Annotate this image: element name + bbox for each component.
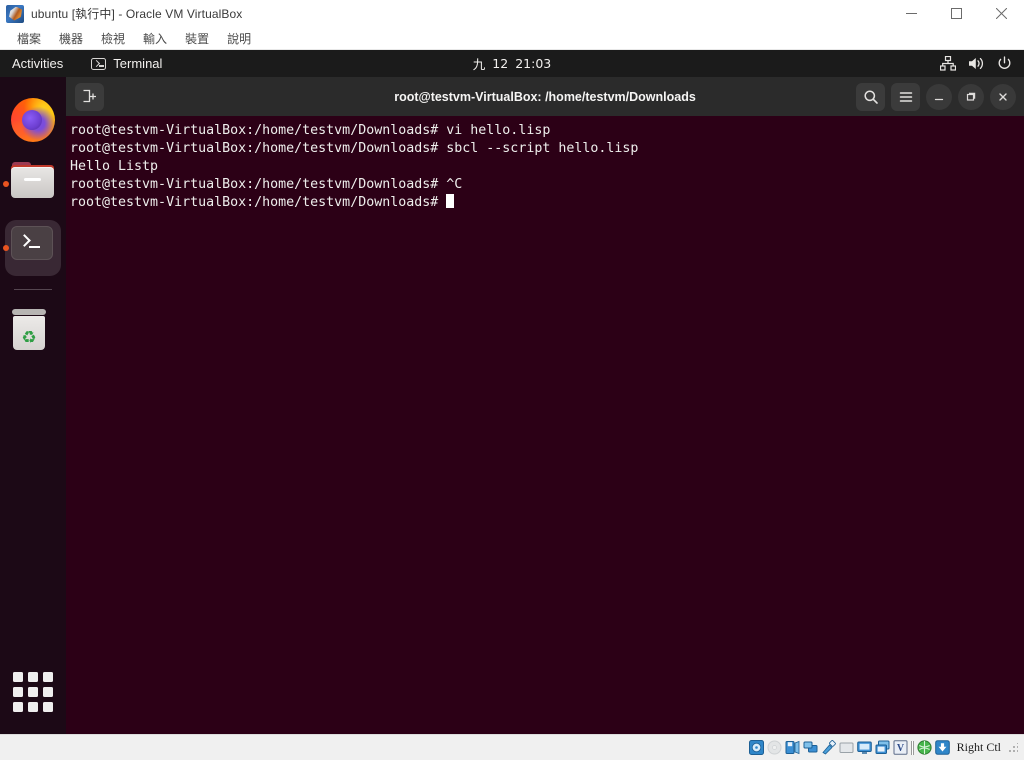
terminal-icon [11,226,55,270]
svg-text:V: V [897,743,905,754]
running-indicator [3,245,9,251]
topbar-app-label: Terminal [113,56,163,71]
network-icon[interactable] [802,739,819,756]
power-icon [997,56,1012,71]
firefox-icon [11,98,55,142]
menu-item-devices[interactable]: 裝置 [176,28,218,50]
usb-icon[interactable] [820,739,837,756]
folder-icon [11,162,55,206]
mouse-integration-icon[interactable] [916,739,933,756]
optical-disk-icon[interactable] [766,739,783,756]
terminal-header-bar: root@testvm-VirtualBox: /home/testvm/Dow… [66,77,1024,116]
display-icon[interactable] [856,739,873,756]
topbar-clock[interactable]: 九 12 21:03 [473,54,551,73]
host-menubar: 檔案 機器 檢視 輸入 裝置 說明 [0,28,1024,50]
host-window-controls [889,0,1024,28]
hamburger-menu-icon[interactable] [891,82,920,111]
host-close-button[interactable] [979,0,1024,28]
menu-item-view[interactable]: 檢視 [92,28,134,50]
status-caret [910,740,914,755]
network-icon [940,56,956,71]
trash-icon: ♻ [11,309,55,353]
video-capture-icon[interactable] [874,739,891,756]
host-titlebar: ubuntu [執行中] - Oracle VM VirtualBox [0,0,1024,28]
terminal-line: root@testvm-VirtualBox:/home/testvm/Down… [69,176,1024,194]
terminal-window: root@testvm-VirtualBox: /home/testvm/Dow… [66,77,1024,734]
dock-item-files[interactable] [2,153,64,215]
shared-folders-icon[interactable] [838,739,855,756]
clock-day: 12 [492,56,509,71]
running-indicator [3,181,9,187]
grid-dot [28,702,38,712]
host-key-label: Right Ctl [956,740,1001,754]
status-bar-icons: V [748,739,951,756]
virtualbox-logo-icon[interactable]: V [892,739,909,756]
menu-item-file[interactable]: 檔案 [8,28,50,50]
terminal-line-prompt: root@testvm-VirtualBox:/home/testvm/Down… [70,177,447,192]
terminal-line-prompt: root@testvm-VirtualBox:/home/testvm/Down… [70,123,447,138]
terminal-line-text: Hello Listp [70,159,159,174]
grid-dot [43,702,53,712]
virtualbox-icon [6,4,24,23]
menu-item-input[interactable]: 輸入 [134,28,176,50]
grid-dot [28,687,38,697]
terminal-output-area[interactable]: root@testvm-VirtualBox:/home/testvm/Down… [66,116,1024,734]
terminal-cursor [446,194,455,208]
terminal-active-line: root@testvm-VirtualBox:/home/testvm/Down… [69,194,1024,212]
gnome-top-bar: Activities Terminal 九 12 21:03 [0,50,1024,77]
host-maximize-button[interactable] [934,0,979,28]
terminal-line-text: vi hello.lisp [446,123,551,138]
terminal-line: Hello Listp [69,158,1024,176]
terminal-line-text: sbcl --script hello.lisp [446,141,639,156]
menu-item-help[interactable]: 說明 [218,28,260,50]
grid-dot [13,687,23,697]
grid-dot [28,672,38,682]
topbar-app-menu[interactable]: Terminal [91,56,162,71]
volume-icon [968,56,985,71]
host-window-title: ubuntu [執行中] - Oracle VM VirtualBox [31,7,243,21]
resize-grip[interactable] [1008,742,1018,753]
clock-month: 九 [472,57,486,72]
terminal-line-text: ^C [446,177,463,192]
terminal-minimize-button[interactable] [926,83,952,110]
grid-dot [13,702,23,712]
guest-desktop: root@testvm-VirtualBox: /home/testvm/Dow… [0,50,1024,734]
grid-dot [13,672,23,682]
host-minimize-button[interactable] [889,0,934,28]
hard-disk-icon[interactable] [748,739,765,756]
topbar-status-area[interactable] [940,56,1024,71]
dock-item-trash[interactable]: ♻ [2,300,64,362]
terminal-line-prompt: root@testvm-VirtualBox:/home/testvm/Down… [70,195,447,210]
menu-item-machine[interactable]: 機器 [50,28,92,50]
dock-separator [14,289,52,290]
host-key-icon[interactable] [934,739,951,756]
activities-button[interactable]: Activities [0,50,73,77]
search-icon[interactable] [856,82,885,111]
terminal-line-prompt: root@testvm-VirtualBox:/home/testvm/Down… [70,141,447,156]
terminal-header-buttons [856,82,1016,111]
show-applications-button[interactable] [13,672,53,712]
terminal-icon [91,57,107,70]
dock-item-firefox[interactable] [2,89,64,151]
clock-time: 21:03 [515,56,552,71]
terminal-close-button[interactable] [990,83,1016,110]
dock-item-terminal[interactable] [2,217,64,279]
terminal-maximize-button[interactable] [958,83,984,110]
grid-dot [43,687,53,697]
terminal-line: root@testvm-VirtualBox:/home/testvm/Down… [69,122,1024,140]
dock: ♻ [0,77,66,734]
floppy-disk-icon[interactable] [784,739,801,756]
grid-dot [43,672,53,682]
terminal-line: root@testvm-VirtualBox:/home/testvm/Down… [69,140,1024,158]
host-status-bar: V Right Ctl [0,734,1024,760]
new-tab-icon[interactable] [75,82,104,111]
virtualbox-window: ubuntu [執行中] - Oracle VM VirtualBox 檔案 機… [0,0,1024,760]
